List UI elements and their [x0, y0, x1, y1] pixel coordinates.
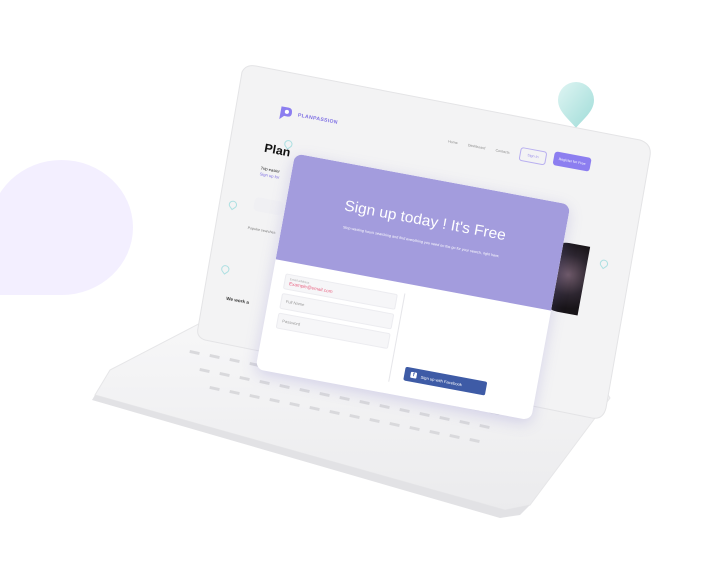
- facebook-signup-button[interactable]: f Sign up with Facebook: [403, 366, 488, 396]
- brand-name: PLANPASSION: [297, 112, 339, 126]
- email-value: Example@email.com: [288, 281, 334, 295]
- map-pin-icon: [598, 258, 610, 270]
- screen-content: PLANPASSION Home Dashboard Contacts Sign…: [205, 73, 653, 422]
- nav-item-home[interactable]: Home: [448, 139, 458, 145]
- fullname-placeholder: Full Name: [285, 298, 305, 308]
- section-heading: We work a: [225, 295, 250, 305]
- nav-item-contacts[interactable]: Contacts: [495, 148, 510, 155]
- popular-searches-label: Popular searches: [247, 225, 276, 235]
- main-nav: Home Dashboard Contacts: [448, 139, 510, 154]
- signup-modal: Sign up today ! It's Free Stop wasting h…: [255, 153, 571, 421]
- map-pin-icon: [219, 263, 232, 275]
- map-pin-icon: [227, 199, 239, 211]
- nav-item-dashboard[interactable]: Dashboard: [468, 143, 486, 150]
- password-placeholder: Password: [281, 318, 301, 327]
- site-logo[interactable]: PLANPASSION: [276, 104, 339, 131]
- register-button[interactable]: Register for Free: [552, 151, 592, 172]
- facebook-button-label: Sign up with Facebook: [420, 374, 463, 387]
- hero-search-pill[interactable]: [252, 196, 285, 216]
- facebook-icon: f: [410, 371, 418, 379]
- sign-in-button[interactable]: Sign In: [518, 146, 548, 166]
- logo-icon: [279, 106, 293, 120]
